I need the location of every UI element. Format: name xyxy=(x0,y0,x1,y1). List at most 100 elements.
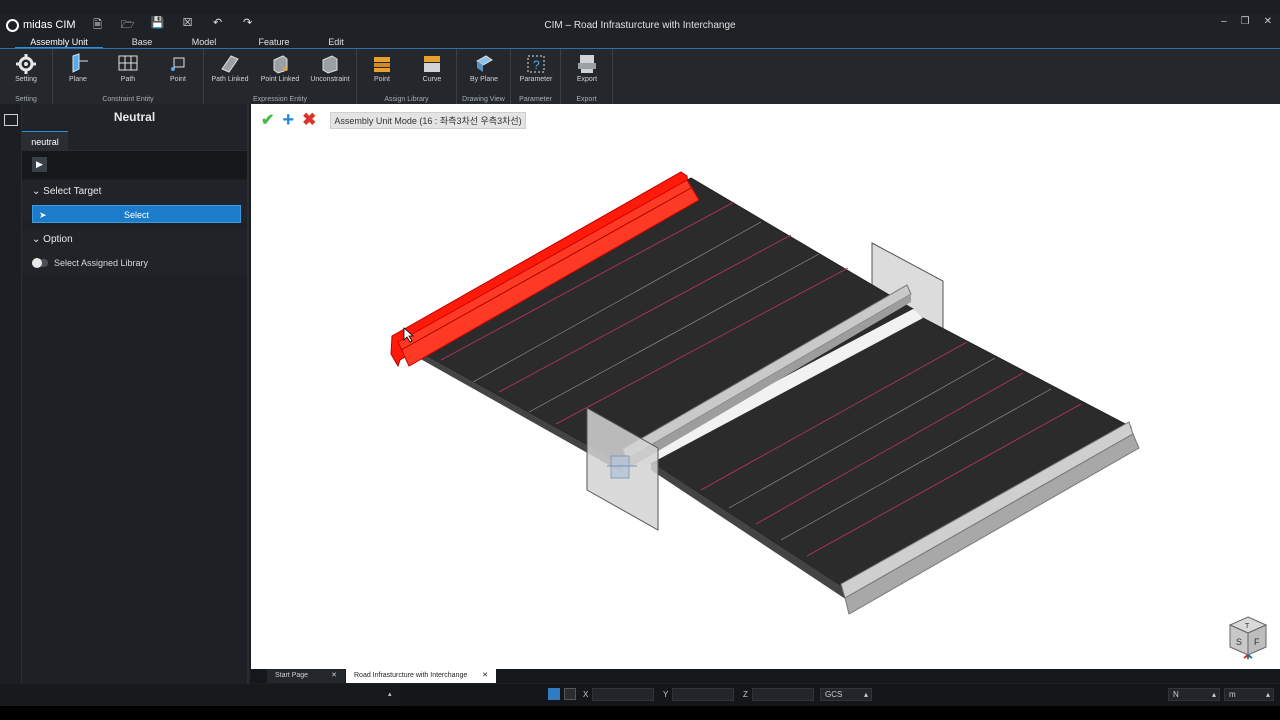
viewport-toolbar: ✔ + ✖ Assembly Unit Mode (16 : 좌측3차선 우측3… xyxy=(261,110,526,130)
app-window: midas CIM 🗎 🗁 💾 ☒ ↶ ↷ CIM – Road Infrast… xyxy=(0,0,1280,720)
cursor-row: ▶ xyxy=(22,151,247,179)
library-point-button[interactable]: Point xyxy=(360,53,404,83)
ribbon-group-export: Export Export xyxy=(561,49,613,104)
ribbon-group-drawing-view: By Plane Drawing View xyxy=(457,49,511,104)
group-label-expression-entity: Expression Entity xyxy=(252,96,308,103)
path-linked-button[interactable]: Path Linked xyxy=(208,53,252,83)
library-point-icon xyxy=(374,57,390,72)
path-label: Path xyxy=(120,76,136,83)
point-label: Point xyxy=(170,76,186,83)
3d-viewport[interactable]: ✔ + ✖ Assembly Unit Mode (16 : 좌측3차선 우측3… xyxy=(251,104,1280,669)
setting-button[interactable]: Setting xyxy=(4,53,48,83)
group-label-constraint-entity: Constraint Entity xyxy=(102,96,154,103)
length-unit-select[interactable]: m ▴ xyxy=(1224,688,1274,701)
path-linked-icon xyxy=(221,55,239,73)
close-window-icon[interactable]: ✕ xyxy=(1264,16,1272,27)
select-assigned-library-label: Select Assigned Library xyxy=(54,258,149,268)
minimize-icon[interactable]: – xyxy=(1221,16,1227,27)
view-cube[interactable]: T S F xyxy=(1228,615,1268,659)
group-label-export: Export xyxy=(576,96,597,103)
ribbon-group-setting: Setting Setting xyxy=(0,49,53,104)
export-label: Export xyxy=(576,76,598,83)
y-coordinate-field[interactable] xyxy=(672,688,734,701)
unconstraint-icon xyxy=(322,55,338,74)
title-bar: midas CIM 🗎 🗁 💾 ☒ ↶ ↷ CIM – Road Infrast… xyxy=(0,14,1280,36)
new-file-icon[interactable]: 🗎 xyxy=(90,16,106,35)
caret-up-icon[interactable]: ▴ xyxy=(388,688,392,702)
pointer-icon[interactable]: ▶ xyxy=(32,157,47,172)
logo-icon xyxy=(6,18,19,32)
coordinate-system-select[interactable]: GCS ▴ xyxy=(820,688,872,701)
point-linked-button[interactable]: Point Linked xyxy=(258,53,302,83)
angle-icon[interactable] xyxy=(564,688,576,700)
ribbon: Setting Setting Plane Path Point Constra… xyxy=(0,49,1280,104)
maximize-icon[interactable]: ❐ xyxy=(1241,16,1250,27)
setting-label: Setting xyxy=(15,76,37,83)
group-label-drawing-view: Drawing View xyxy=(462,96,505,103)
select-target-header[interactable]: ⌄ Select Target xyxy=(22,181,247,203)
length-unit-value: m xyxy=(1229,690,1236,699)
side-strip xyxy=(0,104,22,684)
point-button[interactable]: Point xyxy=(156,53,200,83)
parameter-button[interactable]: ? Parameter xyxy=(514,53,558,83)
confirm-check-icon[interactable]: ✔ xyxy=(261,110,274,130)
snap-icon[interactable] xyxy=(548,688,560,700)
cube-face-top: T xyxy=(1245,623,1250,630)
library-curve-button[interactable]: Curve xyxy=(410,53,454,83)
path-button[interactable]: Path xyxy=(106,53,150,83)
option-header[interactable]: ⌄ Option xyxy=(22,229,247,251)
x-coordinate-field[interactable] xyxy=(592,688,654,701)
select-button-label: Select xyxy=(123,210,149,220)
z-label: Z xyxy=(743,690,748,699)
cancel-x-icon[interactable]: ✖ xyxy=(302,110,316,130)
app-logo: midas CIM xyxy=(6,18,76,32)
option-title: Option xyxy=(43,234,73,245)
close-icon[interactable]: ✕ xyxy=(331,669,337,683)
chevron-down-icon: ⌄ xyxy=(32,186,44,197)
logo-text: midas CIM xyxy=(23,19,76,31)
chevron-down-icon: ⌄ xyxy=(32,234,44,245)
select-button[interactable]: ➤ Select xyxy=(32,205,241,223)
force-unit-select[interactable]: N ▴ xyxy=(1168,688,1220,701)
path-grid-icon xyxy=(118,55,138,71)
plane-button[interactable]: Plane xyxy=(56,53,100,83)
properties-panel: Neutral neutral ▶ ⌄ Select Target ➤ Sele… xyxy=(22,104,249,684)
assembly-mode-label: Assembly Unit Mode (16 : 좌측3차선 우측3차선) xyxy=(330,111,526,129)
unconstraint-button[interactable]: Unconstraint xyxy=(308,53,352,83)
coordinate-system-value: GCS xyxy=(825,690,843,699)
redo-icon[interactable]: ↷ xyxy=(240,16,256,35)
status-bar: ▴ X Y Z GCS ▴ N ▴ m ▴ xyxy=(0,684,1280,706)
tab-neutral[interactable]: neutral xyxy=(22,131,68,151)
select-target-title: Select Target xyxy=(43,186,102,197)
ribbon-group-parameter: ? Parameter Parameter xyxy=(511,49,561,104)
point-linked-icon xyxy=(273,55,288,74)
unconstraint-label: Unconstraint xyxy=(310,76,350,83)
svg-text:?: ? xyxy=(533,58,540,72)
by-plane-button[interactable]: By Plane xyxy=(462,53,506,83)
select-assigned-library-toggle[interactable] xyxy=(32,258,48,268)
z-coordinate-field[interactable] xyxy=(752,688,814,701)
path-linked-label: Path Linked xyxy=(211,76,249,83)
export-button[interactable]: Export xyxy=(565,53,609,83)
open-file-icon[interactable]: 🗁 xyxy=(120,16,136,35)
quick-access-toolbar: 🗎 🗁 💾 ☒ ↶ ↷ xyxy=(90,16,256,35)
close-icon[interactable]: ✕ xyxy=(482,669,488,683)
select-target-section: ⌄ Select Target ➤ Select xyxy=(22,181,247,223)
add-plus-icon[interactable]: + xyxy=(282,110,294,130)
panel-title: Neutral xyxy=(22,104,247,131)
save-icon[interactable]: 💾 xyxy=(150,16,166,35)
doc-tab-start-page-label: Start Page xyxy=(275,672,309,679)
force-unit-value: N xyxy=(1173,690,1179,699)
ribbon-group-assign-library: Point Curve Assign Library xyxy=(357,49,457,104)
doc-tab-start-page[interactable]: Start Page ✕ xyxy=(267,669,345,683)
doc-tab-road-infrastructure[interactable]: Road Infrasturcture with Interchange ✕ xyxy=(346,669,496,683)
monitor-icon[interactable] xyxy=(4,114,18,126)
parameter-label: Parameter xyxy=(519,76,553,83)
road-model-drawing[interactable] xyxy=(251,104,1280,669)
plane-icon xyxy=(72,53,88,73)
pointer-icon: ➤ xyxy=(39,210,47,220)
doc-tab-road-label: Road Infrasturcture with Interchange xyxy=(354,672,468,679)
group-label-setting: Setting xyxy=(15,96,37,103)
close-file-icon[interactable]: ☒ xyxy=(180,16,196,35)
undo-icon[interactable]: ↶ xyxy=(210,16,226,35)
